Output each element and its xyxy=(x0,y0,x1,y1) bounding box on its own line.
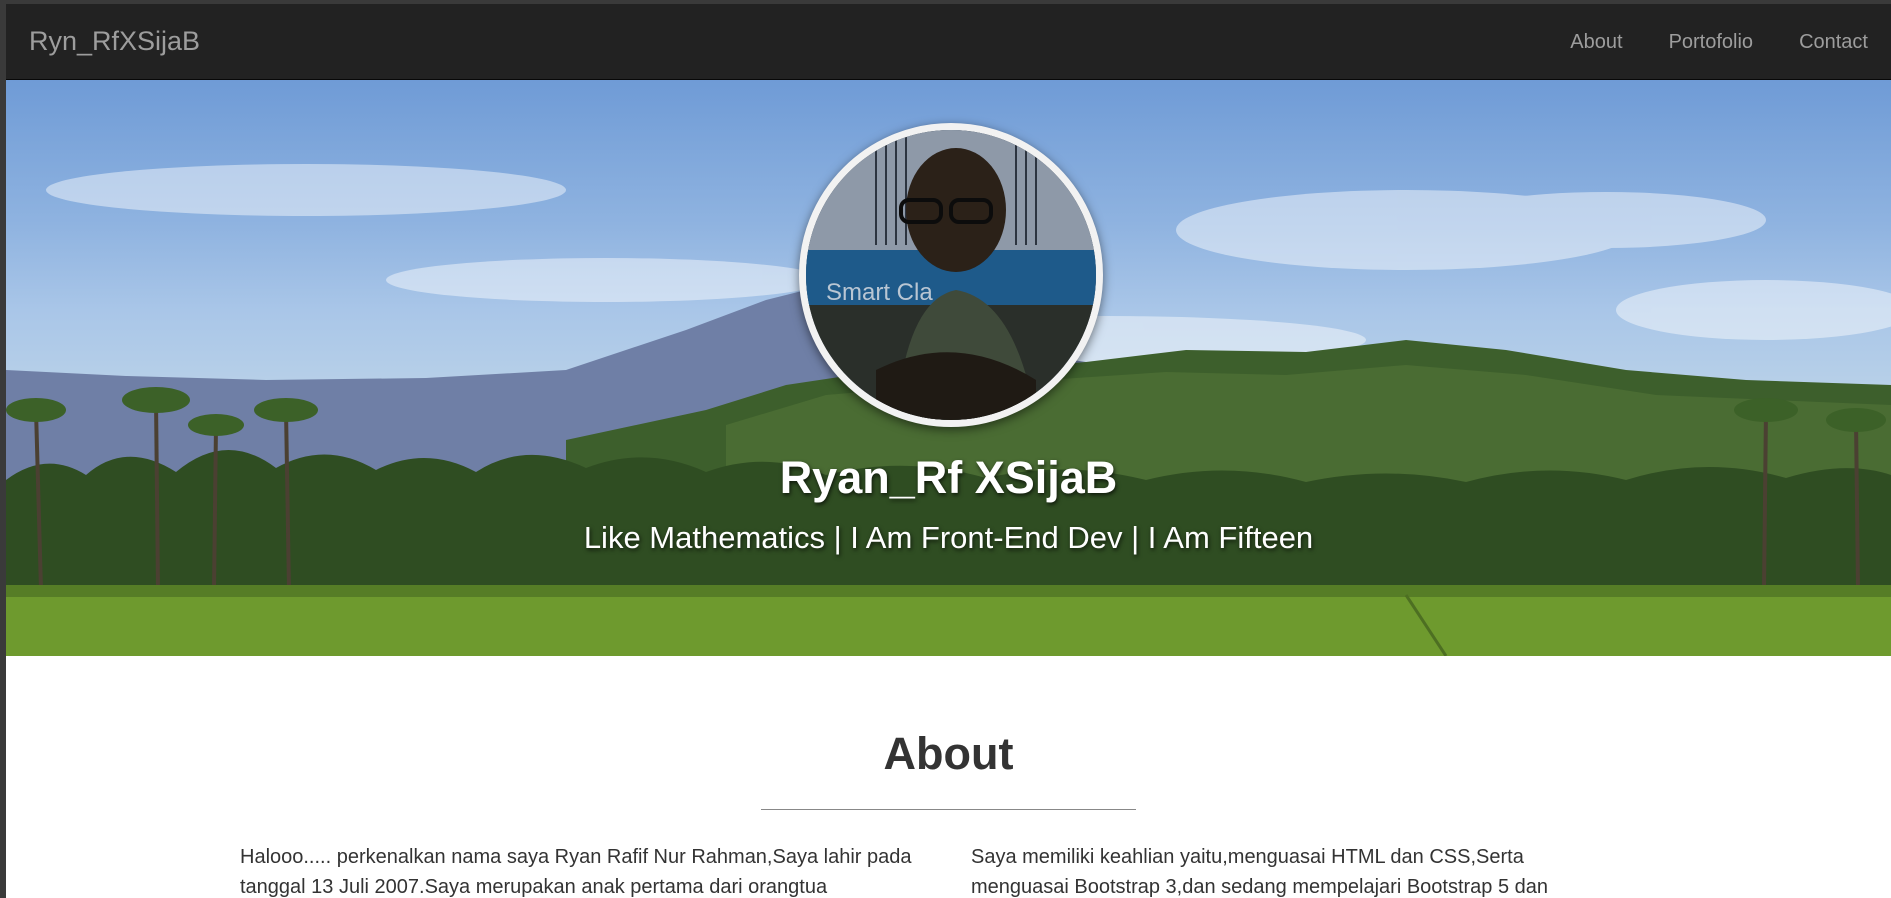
avatar-photo-text: Smart Cla xyxy=(826,279,933,306)
profile-avatar: Smart Cla xyxy=(799,123,1103,427)
about-text-left: Halooo..... perkenalkan nama saya Ryan R… xyxy=(240,846,912,898)
nav-link-portofolio[interactable]: Portofolio xyxy=(1646,4,1777,80)
hero-banner: Smart Cla Ryan_Rf XSijaB Like Mathematic… xyxy=(6,80,1891,656)
nav-link-contact[interactable]: Contact xyxy=(1776,4,1891,80)
nav-links: About Portofolio Contact xyxy=(1547,4,1891,80)
hero-name: Ryan_Rf XSijaB xyxy=(779,452,1118,503)
navbar-brand[interactable]: Ryn_RfXSijaB xyxy=(29,26,200,57)
browser-viewport: Ryn_RfXSijaB About Portofolio Contact Sm… xyxy=(6,4,1891,898)
hero-tagline: Like Mathematics | I Am Front-End Dev | … xyxy=(583,520,1314,555)
about-heading: About xyxy=(883,728,1014,779)
nav-link-about[interactable]: About xyxy=(1547,4,1645,80)
about-text-right: Saya memiliki keahlian yaitu,menguasai H… xyxy=(971,846,1549,898)
navbar: Ryn_RfXSijaB About Portofolio Contact xyxy=(6,4,1891,80)
avatar-photo: Smart Cla xyxy=(806,130,1096,420)
about-divider xyxy=(761,809,1136,810)
